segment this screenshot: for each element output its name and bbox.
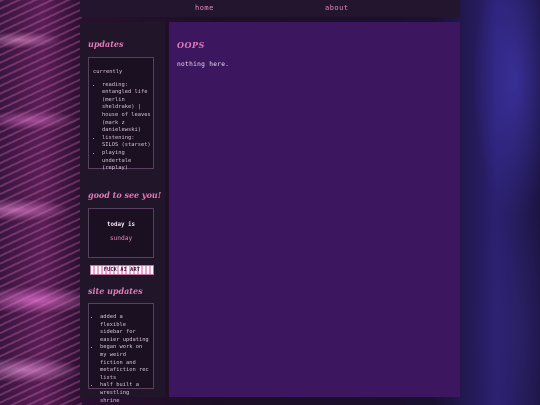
top-nav: home about [80,0,460,17]
today-day: sunday [109,234,133,242]
site-updates-list: added a flexible sidebar for easier upda… [91,314,151,405]
today-box: today is sunday [88,208,154,258]
background-streaks [0,0,82,405]
greeting-heading: good to see you! [88,190,162,200]
sidebar: updates currently reading: entangled lif… [80,22,165,404]
nav-link-home[interactable]: home [195,4,214,12]
list-item: playing undertale (replay) [102,150,153,173]
nav-link-about[interactable]: about [325,4,349,12]
anti-ai-art-badge: FUCK AI ART [90,265,154,275]
main-text: nothing here. [177,61,230,68]
currently-box: currently reading: entangled life (merli… [88,57,154,171]
updates-heading: updates [88,39,124,49]
today-label: today is [107,222,135,228]
site-updates-box: added a flexible sidebar for easier upda… [88,303,154,404]
main-content: OOPS nothing here. [169,22,460,397]
site-updates-heading: site updates [88,286,143,296]
list-item: listening: SILOS (starset) [102,135,153,150]
list-item: half built a wrestling shrine [100,382,151,405]
list-item: began work on my weird fiction and metaf… [100,344,151,382]
list-item: added a flexible sidebar for easier upda… [100,314,151,344]
list-item: reading: entangled life (merlin sheldrak… [102,82,153,135]
currently-list: reading: entangled life (merlin sheldrak… [93,82,153,173]
currently-label: currently [93,69,123,75]
page-title: OOPS [177,40,205,50]
